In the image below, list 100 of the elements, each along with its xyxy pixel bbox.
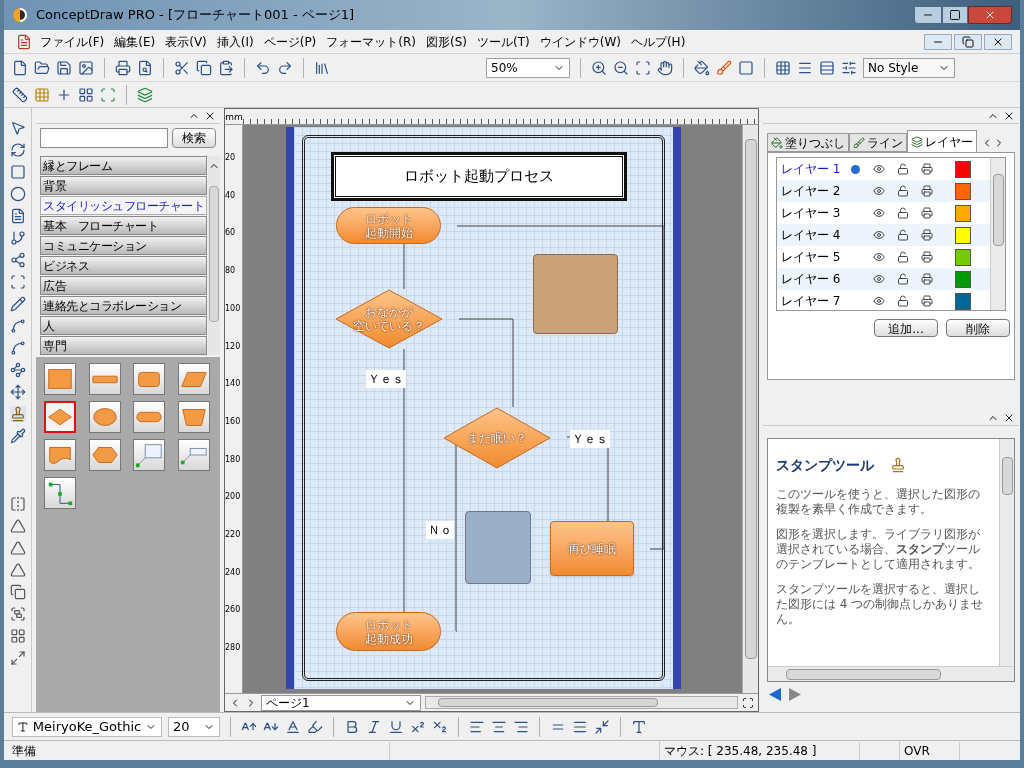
library-shape-tile[interactable] bbox=[133, 363, 165, 395]
library-category[interactable]: ビジネス bbox=[40, 256, 207, 275]
menu-item[interactable]: 表示(V) bbox=[165, 32, 207, 51]
text-color-icon[interactable] bbox=[285, 718, 301, 735]
printer-icon[interactable] bbox=[921, 207, 933, 219]
visibility-eye-icon[interactable] bbox=[873, 185, 885, 197]
text-tool-icon[interactable] bbox=[9, 208, 26, 224]
font-size-dropdown[interactable]: 20 bbox=[168, 716, 220, 737]
panel-tab[interactable]: 塗りつぶし bbox=[767, 133, 849, 152]
layer-color-swatch[interactable] bbox=[955, 204, 971, 222]
layer-name[interactable]: レイヤー 3 bbox=[777, 204, 843, 222]
image-icon[interactable] bbox=[78, 59, 94, 76]
open-folder-icon[interactable] bbox=[34, 59, 50, 76]
fit-page-icon[interactable] bbox=[742, 696, 754, 709]
document-restore-button[interactable] bbox=[954, 33, 982, 50]
menu-item[interactable]: 挿入(I) bbox=[216, 32, 254, 51]
library-shape-tile[interactable] bbox=[44, 401, 76, 433]
library-category[interactable]: コミュニケーション bbox=[40, 236, 207, 255]
text-fit-icon[interactable] bbox=[631, 718, 647, 735]
ellipse-tool-icon[interactable] bbox=[9, 186, 26, 202]
font-dropdown[interactable]: MeiryoKe_Gothic bbox=[12, 716, 162, 737]
library-category[interactable]: 専門 bbox=[40, 336, 207, 355]
back-arrow-icon[interactable] bbox=[769, 688, 781, 701]
zoom-in-icon[interactable] bbox=[591, 59, 607, 76]
layer-button[interactable]: 削除 bbox=[946, 319, 1010, 337]
arrange-icon[interactable] bbox=[9, 628, 26, 644]
zoom-dropdown[interactable]: 50% bbox=[486, 57, 570, 78]
library-category[interactable]: スタイリッシュフローチャート bbox=[40, 196, 207, 215]
hand-icon[interactable] bbox=[657, 59, 673, 76]
line-brush-icon[interactable] bbox=[716, 59, 732, 76]
scrollbar[interactable] bbox=[999, 439, 1014, 666]
group-icon[interactable] bbox=[9, 606, 26, 622]
layers-icon[interactable] bbox=[137, 86, 153, 103]
layer-name[interactable]: レイヤー 1 bbox=[777, 160, 843, 178]
library-shape-tile[interactable] bbox=[133, 439, 165, 471]
library-shape-tile[interactable] bbox=[133, 401, 165, 433]
menu-item[interactable]: 編集(E) bbox=[114, 32, 156, 51]
layer-color-swatch[interactable] bbox=[955, 160, 971, 178]
layer-color-swatch[interactable] bbox=[955, 292, 971, 310]
print-preview-icon[interactable] bbox=[137, 59, 153, 76]
lock-icon[interactable] bbox=[897, 251, 909, 263]
printer-icon[interactable] bbox=[921, 229, 933, 241]
library-shape-tile[interactable] bbox=[88, 401, 121, 433]
snap-grid-icon[interactable] bbox=[78, 86, 94, 103]
lock-icon[interactable] bbox=[897, 295, 909, 307]
polyline-tool-icon[interactable] bbox=[9, 362, 26, 378]
menu-item[interactable]: ファイル(F) bbox=[40, 32, 105, 51]
lock-icon[interactable] bbox=[897, 163, 909, 175]
rectangle-tool-icon[interactable] bbox=[9, 164, 26, 180]
scrollbar[interactable] bbox=[990, 158, 1005, 310]
layer-color-swatch[interactable] bbox=[955, 182, 971, 200]
library-search-field[interactable] bbox=[40, 128, 168, 148]
new-file-icon[interactable] bbox=[12, 59, 28, 76]
library-shape-tile[interactable] bbox=[177, 401, 210, 433]
lock-icon[interactable] bbox=[897, 185, 909, 197]
document-close-button[interactable] bbox=[984, 33, 1012, 50]
pointer-icon[interactable] bbox=[9, 120, 26, 136]
printer-icon[interactable] bbox=[921, 163, 933, 175]
horizontal-scrollbar[interactable] bbox=[425, 696, 738, 709]
visibility-eye-icon[interactable] bbox=[873, 295, 885, 307]
menu-item[interactable]: 図形(S) bbox=[426, 32, 467, 51]
forward-arrow-icon[interactable] bbox=[789, 688, 801, 701]
library-category[interactable]: 基本 フローチャート bbox=[40, 216, 207, 235]
duplicate-icon[interactable] bbox=[9, 584, 26, 600]
menu-item[interactable]: フォーマット(R) bbox=[326, 32, 416, 51]
undo-icon[interactable] bbox=[255, 59, 271, 76]
printer-icon[interactable] bbox=[921, 295, 933, 307]
library-category[interactable]: 人 bbox=[40, 316, 207, 335]
highlight-icon[interactable] bbox=[307, 718, 323, 735]
library-category[interactable]: 広告 bbox=[40, 276, 207, 295]
library-shape-tile[interactable] bbox=[88, 363, 121, 395]
stamp-icon[interactable] bbox=[9, 406, 26, 422]
layer-name[interactable]: レイヤー 7 bbox=[777, 292, 843, 310]
lock-icon[interactable] bbox=[897, 229, 909, 241]
lock-icon[interactable] bbox=[897, 273, 909, 285]
search-button[interactable]: 検索 bbox=[172, 128, 216, 148]
resize-icon[interactable] bbox=[9, 650, 26, 666]
visibility-eye-icon[interactable] bbox=[873, 207, 885, 219]
document-minimize-button[interactable] bbox=[924, 33, 952, 50]
zoom-area-icon[interactable] bbox=[635, 59, 651, 76]
printer-icon[interactable] bbox=[921, 251, 933, 263]
redo-icon[interactable] bbox=[277, 59, 293, 76]
library-shape-tile[interactable] bbox=[44, 439, 76, 471]
library-shape-tile[interactable] bbox=[177, 439, 210, 471]
arc-tool-icon[interactable] bbox=[9, 318, 26, 334]
layer-color-swatch[interactable] bbox=[955, 270, 971, 288]
minimize-button[interactable] bbox=[914, 6, 942, 24]
bold-icon[interactable] bbox=[344, 718, 360, 735]
menu-item[interactable]: ページ(P) bbox=[263, 32, 317, 51]
panel-tab[interactable]: レイヤー bbox=[907, 130, 977, 152]
pipette-icon[interactable] bbox=[9, 428, 26, 444]
visibility-eye-icon[interactable] bbox=[873, 163, 885, 175]
library-category[interactable]: 連絡先とコラボレーション bbox=[40, 296, 207, 315]
curve-tool-icon[interactable] bbox=[9, 340, 26, 356]
line-tool-icon[interactable] bbox=[9, 296, 26, 312]
copy-icon[interactable] bbox=[196, 59, 212, 76]
library-books-icon[interactable] bbox=[314, 59, 330, 76]
ruler-icon[interactable] bbox=[12, 86, 28, 103]
print-icon[interactable] bbox=[115, 59, 131, 76]
rotate-icon[interactable] bbox=[9, 142, 26, 158]
